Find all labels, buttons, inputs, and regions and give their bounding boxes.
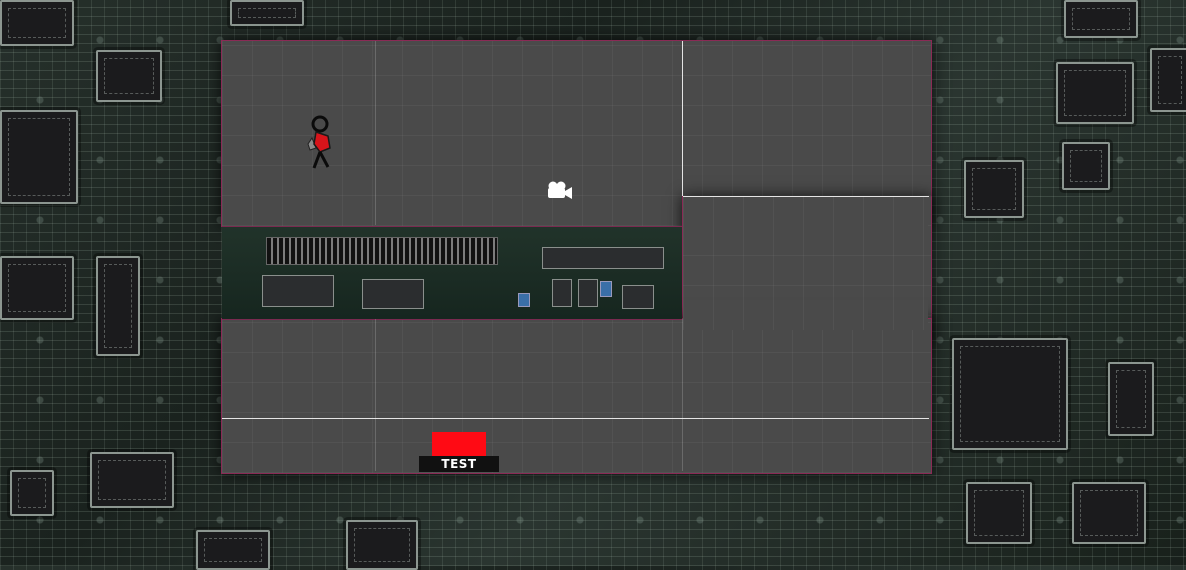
background-chip [1064,0,1138,38]
background-chip [0,110,78,204]
pcb-component [362,279,424,309]
background-chip [10,470,54,516]
test-block-label: TEST [419,456,499,472]
pcb-capacitor [518,293,530,307]
background-chip [952,338,1068,450]
grid-divider [682,319,683,471]
camera-bound-horizontal [683,196,929,197]
circuit-gap [222,226,682,320]
camera-bound-horizontal [222,418,929,419]
grid-divider [375,319,376,471]
video-camera-icon [548,181,572,199]
pcb-component [542,247,664,269]
background-chip [1108,362,1154,436]
background-chip [0,256,74,320]
room-seam [683,300,928,330]
lower-room [221,318,932,474]
player-shirt [313,131,331,153]
background-chip [0,0,74,46]
background-chip [96,50,162,102]
connector-pins [266,237,498,265]
background-chip [1056,62,1134,124]
background-chip [230,0,304,26]
background-chip [966,482,1032,544]
test-block[interactable]: TEST [419,432,499,472]
background-chip [964,160,1024,218]
camera-bound-vertical [682,41,683,196]
pcb-capacitor [600,281,612,297]
pcb-component [622,285,654,309]
test-block-red-box [432,432,486,456]
background-chip [1150,48,1186,112]
background-chip [346,520,418,570]
player-character[interactable] [300,114,340,174]
background-chip [90,452,174,508]
pcb-component [552,279,572,307]
background-chip [96,256,140,356]
pcb-component [578,279,598,307]
room-seam [683,200,928,230]
grid-divider [375,41,376,225]
background-chip [1062,142,1110,190]
background-chip [1072,482,1146,544]
background-chip [196,530,270,570]
pcb-component [262,275,334,307]
